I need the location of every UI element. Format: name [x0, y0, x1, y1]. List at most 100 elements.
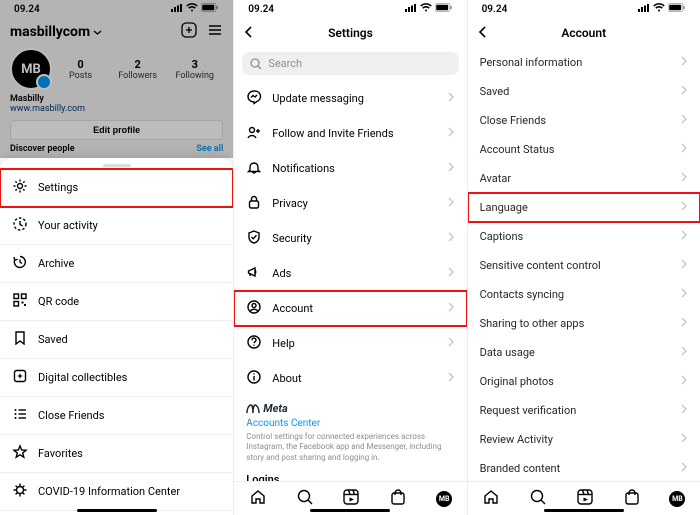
menu-item-digital-collectibles[interactable]: Digital collectibles: [0, 359, 233, 397]
menu-item-covid-19-information-center[interactable]: COVID-19 Information Center: [0, 473, 233, 511]
tab-reels[interactable]: [576, 488, 594, 510]
chevron-right-icon: [680, 462, 688, 475]
tab-search[interactable]: [529, 488, 547, 510]
create-icon[interactable]: [181, 22, 197, 42]
status-bar: 09.24: [468, 0, 700, 18]
home-indicator[interactable]: [77, 509, 157, 512]
account-label: Branded content: [480, 462, 561, 475]
home-indicator[interactable]: [544, 509, 624, 512]
account-item-review-activity[interactable]: Review Activity: [468, 425, 700, 454]
see-all-link[interactable]: See all: [196, 144, 223, 154]
chevron-down-icon: [93, 28, 102, 37]
settings-item-follow-and-invite-friends[interactable]: Follow and Invite Friends: [234, 116, 466, 151]
account-item-avatar[interactable]: Avatar: [468, 164, 700, 193]
settings-item-notifications[interactable]: Notifications: [234, 151, 466, 186]
home-indicator[interactable]: [310, 509, 390, 512]
account-item-sensitive-content-control[interactable]: Sensitive content control: [468, 251, 700, 280]
display-name: Masbilly: [10, 94, 223, 104]
account-label: Data usage: [480, 346, 535, 359]
account-item-language[interactable]: Language: [468, 193, 700, 222]
settings-item-security[interactable]: Security: [234, 221, 466, 256]
back-button[interactable]: [476, 24, 490, 43]
chevron-right-icon: [447, 232, 455, 245]
back-button[interactable]: [242, 24, 256, 43]
settings-item-account[interactable]: Account: [234, 291, 466, 326]
chevron-right-icon: [447, 92, 455, 105]
edit-profile-button[interactable]: Edit profile: [10, 120, 223, 140]
profile-backdrop: 09.24 masbillycom MB 0Posts 2Followers 3…: [0, 0, 233, 158]
menu-item-archive[interactable]: Archive: [0, 245, 233, 283]
account-label: Captions: [480, 230, 524, 243]
sheet-grabber[interactable]: [103, 164, 131, 167]
account-item-data-usage[interactable]: Data usage: [468, 338, 700, 367]
tab-reels[interactable]: [342, 488, 360, 510]
tab-profile[interactable]: MB: [669, 491, 685, 507]
signal-icon: [638, 4, 650, 15]
menu-item-saved[interactable]: Saved: [0, 321, 233, 359]
tab-search[interactable]: [296, 488, 314, 510]
account-label: Contacts syncing: [480, 288, 565, 301]
page-title: Settings: [234, 26, 466, 40]
account-item-account-status[interactable]: Account Status: [468, 135, 700, 164]
chevron-right-icon: [447, 197, 455, 210]
discover-label: Discover people: [10, 144, 75, 154]
menu-item-settings[interactable]: Settings: [0, 169, 233, 207]
status-bar: 09.24: [0, 0, 233, 18]
settings-item-help[interactable]: Help: [234, 326, 466, 361]
chevron-right-icon: [680, 375, 688, 388]
settings-item-about[interactable]: About: [234, 361, 466, 396]
logins-heading: Logins: [246, 473, 454, 481]
profile-header: masbillycom: [10, 22, 223, 42]
settings-item-update-messaging[interactable]: Update messaging: [234, 81, 466, 116]
account-label: Sharing to other apps: [480, 317, 585, 330]
chevron-right-icon: [680, 404, 688, 417]
account-item-request-verification[interactable]: Request verification: [468, 396, 700, 425]
account-item-captions[interactable]: Captions: [468, 222, 700, 251]
meta-logo: Meta: [246, 402, 454, 415]
account-item-close-friends[interactable]: Close Friends: [468, 106, 700, 135]
hamburger-icon[interactable]: [207, 22, 223, 42]
tab-home[interactable]: [482, 488, 500, 510]
search-input[interactable]: Search: [242, 52, 458, 75]
chevron-right-icon: [680, 85, 688, 98]
tab-profile[interactable]: MB: [436, 491, 452, 507]
tab-shop[interactable]: [389, 488, 407, 510]
tab-bar: MB: [234, 481, 466, 515]
account-item-contacts-syncing[interactable]: Contacts syncing: [468, 280, 700, 309]
account-item-personal-information[interactable]: Personal information: [468, 48, 700, 77]
account-label: Account Status: [480, 143, 555, 156]
help-icon: [246, 334, 262, 353]
clock: 09.24: [14, 4, 40, 15]
menu-item-qr-code[interactable]: QR code: [0, 283, 233, 321]
menu-item-favorites[interactable]: Favorites: [0, 435, 233, 473]
chevron-right-icon: [447, 162, 455, 175]
account-item-branded-content[interactable]: Branded content: [468, 454, 700, 481]
account-item-original-photos[interactable]: Original photos: [468, 367, 700, 396]
list-icon: [12, 406, 28, 425]
gear-icon: [12, 178, 28, 197]
chevron-right-icon: [680, 346, 688, 359]
account-item-saved[interactable]: Saved: [468, 77, 700, 106]
chevron-right-icon: [680, 288, 688, 301]
accounts-center-link[interactable]: Accounts Center: [246, 415, 454, 429]
tab-shop[interactable]: [623, 488, 641, 510]
settings-item-privacy[interactable]: Privacy: [234, 186, 466, 221]
settings-item-ads[interactable]: Ads: [234, 256, 466, 291]
stat-followers[interactable]: 2Followers: [109, 58, 166, 81]
screen-profile: 09.24 masbillycom MB 0Posts 2Followers 3…: [0, 0, 233, 515]
wifi-icon: [420, 3, 432, 15]
menu-item-your-activity[interactable]: Your activity: [0, 207, 233, 245]
avatar[interactable]: MB: [10, 48, 52, 90]
covid-icon: [12, 482, 28, 501]
stat-posts[interactable]: 0Posts: [52, 58, 109, 81]
settings-label: Account: [272, 302, 313, 315]
account-item-sharing-to-other-apps[interactable]: Sharing to other apps: [468, 309, 700, 338]
tab-home[interactable]: [249, 488, 267, 510]
settings-label: Notifications: [272, 162, 335, 175]
account-label: Sensitive content control: [480, 259, 601, 272]
website-link[interactable]: www.masbilly.com: [10, 104, 223, 114]
menu-label: Archive: [38, 257, 74, 270]
menu-item-close-friends[interactable]: Close Friends: [0, 397, 233, 435]
username-dropdown[interactable]: masbillycom: [10, 24, 102, 40]
stat-following[interactable]: 3Following: [166, 58, 223, 81]
